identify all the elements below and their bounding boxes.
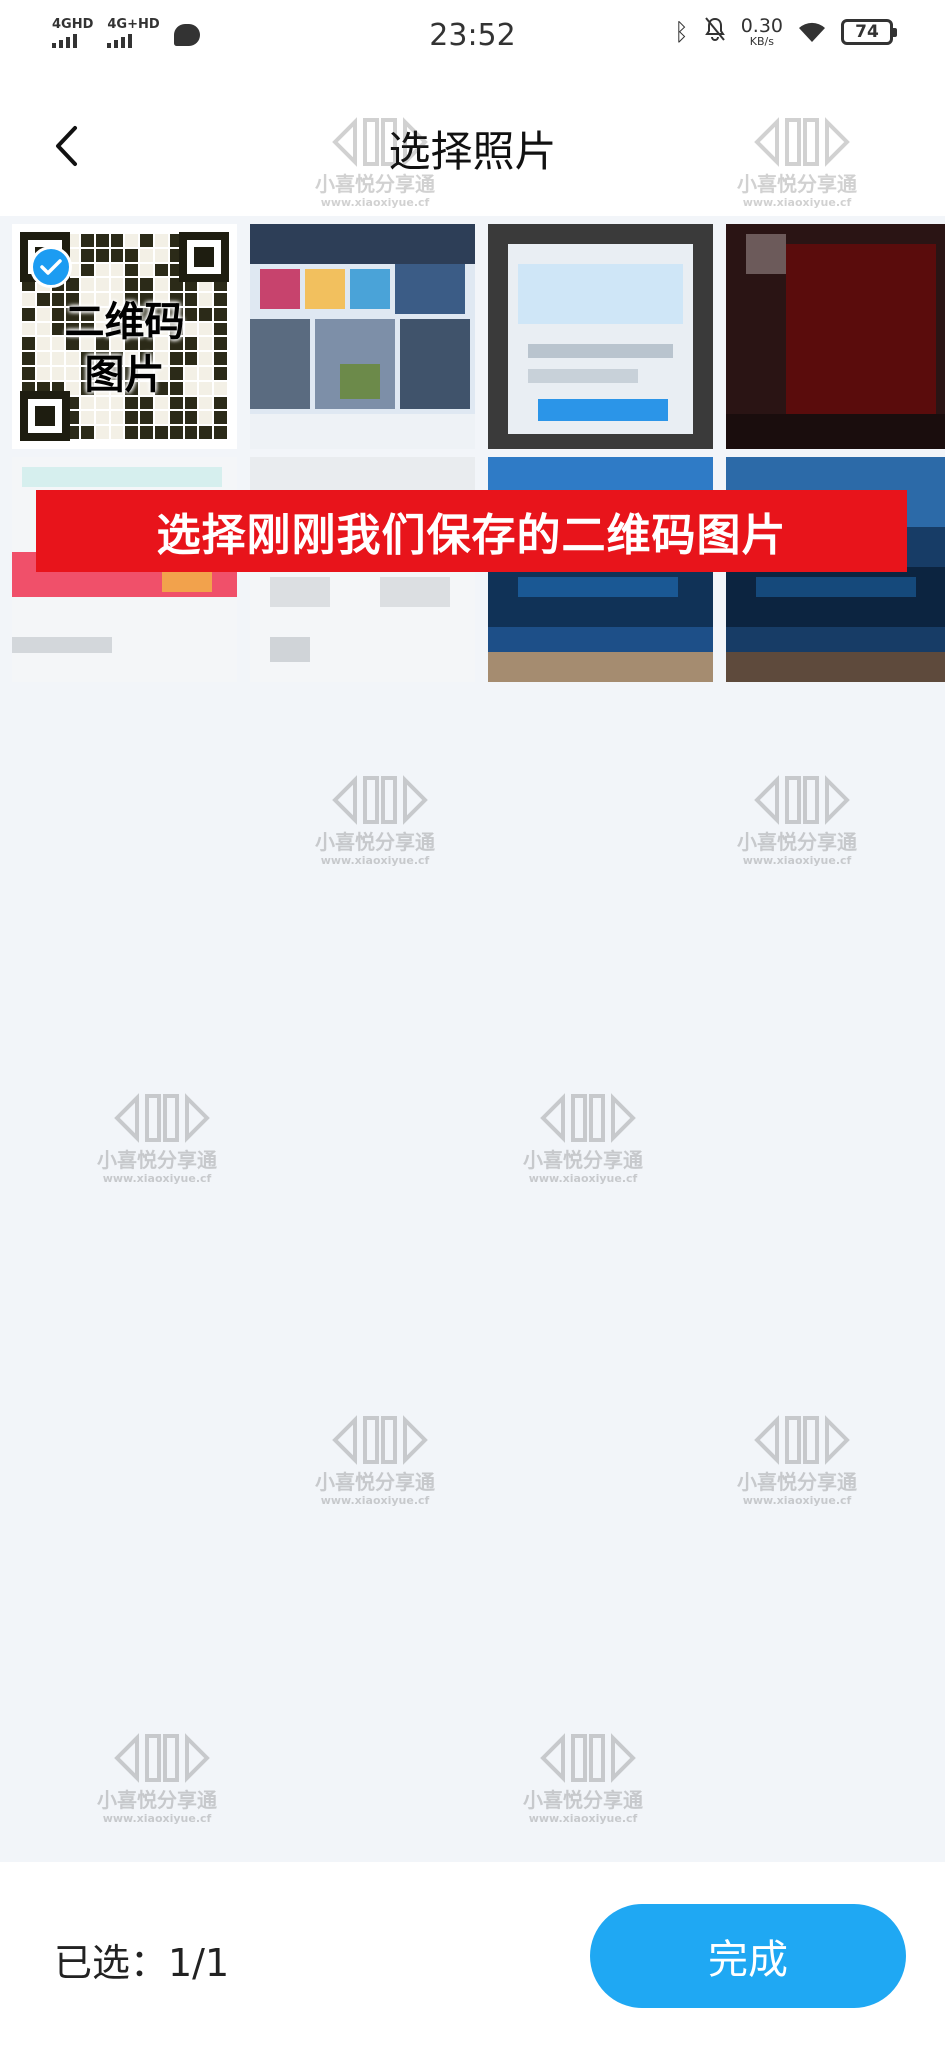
watermark-url: www.xiaoxiyue.cf <box>102 1172 212 1185</box>
watermark-text: 小喜悦分享通 <box>737 1470 857 1494</box>
status-right: ᛒ 0.30 KB/s 74 <box>674 16 897 48</box>
watermark: 小喜悦分享通 www.xiaoxiyue.cf <box>722 770 872 868</box>
watermark: 小喜悦分享通 www.xiaoxiyue.cf <box>82 1088 232 1186</box>
watermark-logo-icon <box>508 1728 658 1788</box>
photo-thumbnail[interactable] <box>488 224 713 449</box>
watermark-text: 小喜悦分享通 <box>315 1470 435 1494</box>
watermark-url: www.xiaoxiyue.cf <box>528 1172 638 1185</box>
photo-thumbnail[interactable] <box>250 224 475 449</box>
watermark: 小喜悦分享通 www.xiaoxiyue.cf <box>508 1728 658 1826</box>
network-speed: 0.30 KB/s <box>741 16 783 48</box>
watermark-url: www.xiaoxiyue.cf <box>320 1494 430 1507</box>
watermark: 小喜悦分享通 www.xiaoxiyue.cf <box>300 770 450 868</box>
photo-grid: 二维码 图片 <box>12 224 945 684</box>
net-speed-unit: KB/s <box>749 35 774 48</box>
watermark-url: www.xiaoxiyue.cf <box>528 1812 638 1825</box>
watermark-logo-icon <box>82 1728 232 1788</box>
status-bar: 4GHD 4G+HD 23:52 ᛒ 0.30 KB/s 74 <box>0 0 945 76</box>
net-speed-value: 0.30 <box>740 15 783 37</box>
mute-bell-icon <box>703 16 727 48</box>
watermark-text: 小喜悦分享通 <box>737 830 857 854</box>
instruction-banner: 选择刚刚我们保存的二维码图片 <box>36 490 907 572</box>
page-title: 选择照片 <box>388 127 557 176</box>
watermark-url: www.xiaoxiyue.cf <box>320 854 430 867</box>
watermark-url: www.xiaoxiyue.cf <box>102 1812 212 1825</box>
watermark-text: 小喜悦分享通 <box>315 830 435 854</box>
qr-label-line1: 二维码 <box>64 299 185 345</box>
watermark: 小喜悦分享通 www.xiaoxiyue.cf <box>300 1410 450 1508</box>
wifi-icon <box>797 20 827 44</box>
watermark-logo-icon <box>300 770 450 830</box>
watermark-text: 小喜悦分享通 <box>97 1148 217 1172</box>
battery-level: 74 <box>855 22 879 42</box>
watermark-text: 小喜悦分享通 <box>97 1788 217 1812</box>
watermark-text: 小喜悦分享通 <box>523 1148 643 1172</box>
header: 选择照片 <box>0 76 945 216</box>
watermark-logo-icon <box>82 1088 232 1148</box>
done-button[interactable]: 完成 <box>590 1904 906 2008</box>
watermark: 小喜悦分享通 www.xiaoxiyue.cf <box>508 1088 658 1186</box>
qr-label-line2: 图片 <box>84 352 165 398</box>
watermark-text: 小喜悦分享通 <box>523 1788 643 1812</box>
watermark-logo-icon <box>722 770 872 830</box>
watermark: 小喜悦分享通 www.xiaoxiyue.cf <box>722 1410 872 1508</box>
watermark: 小喜悦分享通 www.xiaoxiyue.cf <box>82 1728 232 1826</box>
bluetooth-icon: ᛒ <box>674 18 689 46</box>
battery-icon: 74 <box>841 19 897 45</box>
watermark-logo-icon <box>722 1410 872 1470</box>
watermark-url: www.xiaoxiyue.cf <box>742 854 852 867</box>
watermark-logo-icon <box>300 1410 450 1470</box>
photo-thumbnail[interactable] <box>726 224 945 449</box>
watermark-url: www.xiaoxiyue.cf <box>742 1494 852 1507</box>
selected-check-icon[interactable] <box>30 246 72 288</box>
selected-count: 已选：1/1 <box>54 1941 230 1985</box>
photo-thumbnail-qr-code[interactable]: 二维码 图片 <box>12 224 237 449</box>
bottom-bar: 已选：1/1 完成 <box>0 1862 945 2048</box>
watermark-logo-icon <box>508 1088 658 1148</box>
qr-finder <box>179 232 229 282</box>
